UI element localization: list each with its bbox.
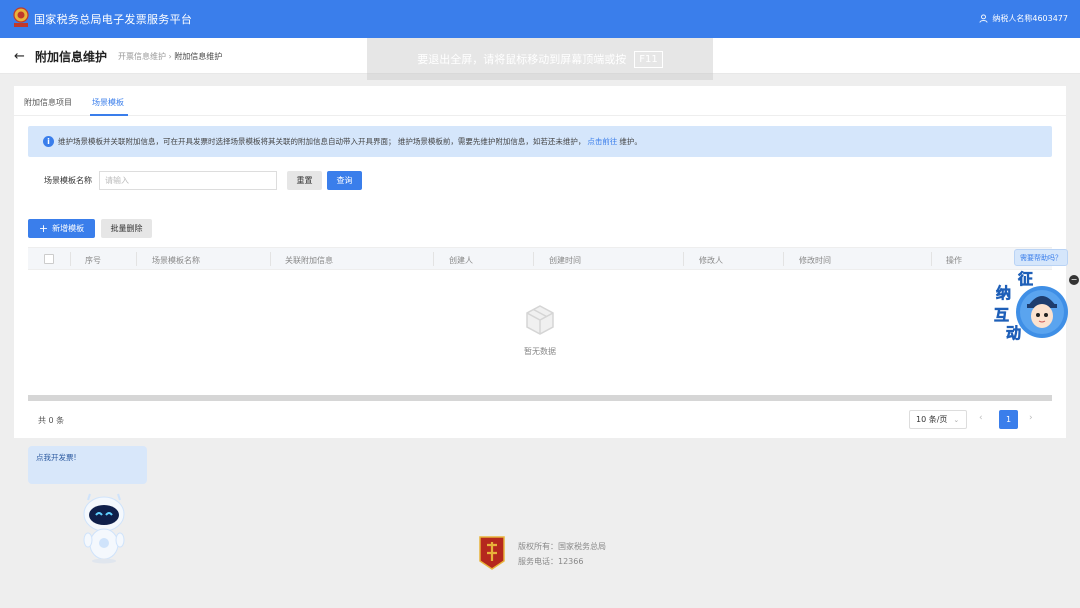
empty-state: 暂无数据 [28, 270, 1052, 390]
column-divider [433, 252, 434, 266]
query-button[interactable]: 查询 [327, 171, 362, 190]
column-divider [683, 252, 684, 266]
chevron-down-icon: ⌄ [953, 415, 960, 424]
active-tab-indicator [90, 114, 128, 116]
plus-icon: + [38, 222, 49, 235]
help-bubble[interactable]: 需要帮助吗？ [1014, 249, 1068, 266]
tax-emblem-icon [13, 7, 29, 27]
column-divider [70, 252, 71, 266]
template-name-label: 场景模板名称 [44, 176, 92, 185]
column-header-modified-time: 修改时间 [799, 256, 831, 265]
template-name-input[interactable] [99, 171, 277, 190]
alert-text-end: 维护。 [619, 137, 642, 146]
column-header-template-name: 场景模板名称 [152, 256, 200, 265]
tax-bureau-logo-icon [479, 536, 505, 570]
column-divider [136, 252, 137, 266]
add-template-button[interactable]: + 新增模板 [28, 219, 95, 238]
invoice-helper-bubble[interactable]: 点我开发票! [28, 446, 147, 484]
alert-text: 维护场景模板并关联附加信息，可在开具发票时选择场景模板将其关联的附加信息自动带入… [58, 137, 586, 146]
top-bar: 国家税务总局电子发票服务平台 纳税人名称4603477 [0, 0, 1080, 38]
user-icon [979, 14, 988, 23]
column-header-created-time: 创建时间 [549, 256, 581, 265]
column-divider [533, 252, 534, 266]
prev-page-icon[interactable]: ‹ [979, 413, 983, 423]
assistant-char-na: 纳 [996, 284, 1011, 302]
fullscreen-tip-key: F11 [634, 50, 663, 68]
assistant-char-dong: 动 [1006, 324, 1021, 342]
batch-delete-button[interactable]: 批量删除 [101, 219, 152, 238]
main-card: 附加信息项目 场景模板 i 维护场景模板并关联附加信息，可在开具发票时选择场景模… [14, 86, 1066, 438]
column-header-linked-info: 关联附加信息 [285, 256, 333, 265]
select-all-checkbox[interactable] [44, 254, 54, 264]
breadcrumb-current: 附加信息维护 [174, 52, 223, 61]
fullscreen-exit-tip: 要退出全屏，请将鼠标移动到屏幕顶端或按 F11 [367, 38, 713, 80]
assistant-char-hu: 互 [994, 306, 1009, 324]
breadcrumb-parent[interactable]: 开票信息维护 [118, 52, 166, 61]
total-count: 共 0 条 [38, 416, 65, 425]
robot-mascot-icon[interactable] [76, 490, 132, 564]
column-header-index: 序号 [85, 256, 101, 265]
back-arrow-icon[interactable]: ← [14, 49, 25, 64]
tab-scene-templates[interactable]: 场景模板 [92, 97, 124, 108]
user-menu[interactable]: 纳税人名称4603477 [979, 13, 1068, 24]
table-horizontal-scrollbar[interactable] [28, 395, 1052, 401]
column-header-actions: 操作 [946, 256, 962, 265]
info-icon: i [43, 136, 54, 147]
add-template-label: 新增模板 [52, 224, 85, 233]
column-header-modifier: 修改人 [699, 256, 723, 265]
column-header-creator: 创建人 [449, 256, 473, 265]
user-name: 纳税人名称4603477 [992, 14, 1068, 23]
go-maintain-link[interactable]: 点击前往 [587, 136, 617, 147]
tab-bar: 附加信息项目 场景模板 [14, 86, 1066, 116]
interactive-assistant-avatar[interactable]: 征 纳 互 动 [994, 268, 1074, 346]
tab-additional-info-items[interactable]: 附加信息项目 [24, 97, 72, 108]
page-size-select[interactable]: 10 条/页 ⌄ [909, 410, 967, 429]
column-divider [783, 252, 784, 266]
page-number-current[interactable]: 1 [999, 410, 1018, 429]
page-size-value: 10 条/页 [916, 415, 948, 424]
next-page-icon[interactable]: › [1029, 413, 1033, 423]
close-icon[interactable]: − [1069, 275, 1079, 285]
empty-state-text: 暂无数据 [524, 346, 556, 356]
footer-service-phone: 服务电话：12366 [518, 557, 584, 566]
reset-button[interactable]: 重置 [287, 171, 322, 190]
column-divider [931, 252, 932, 266]
footer-copyright: 版权所有：国家税务总局 [518, 542, 606, 551]
assistant-char-zheng: 征 [1018, 270, 1033, 288]
table-header: 序号 场景模板名称 关联附加信息 创建人 创建时间 修改人 修改时间 操作 [28, 247, 1052, 270]
templates-table: 序号 场景模板名称 关联附加信息 创建人 创建时间 修改人 修改时间 操作 暂无… [28, 247, 1052, 395]
platform-title: 国家税务总局电子发票服务平台 [34, 13, 193, 26]
fullscreen-tip-text: 要退出全屏，请将鼠标移动到屏幕顶端或按 [417, 53, 627, 66]
info-alert: i 维护场景模板并关联附加信息，可在开具发票时选择场景模板将其关联的附加信息自动… [28, 126, 1052, 157]
page-title: 附加信息维护 [35, 50, 108, 64]
empty-box-icon [526, 304, 554, 335]
breadcrumb: 开票信息维护 › 附加信息维护 [118, 51, 222, 62]
column-divider [270, 252, 271, 266]
